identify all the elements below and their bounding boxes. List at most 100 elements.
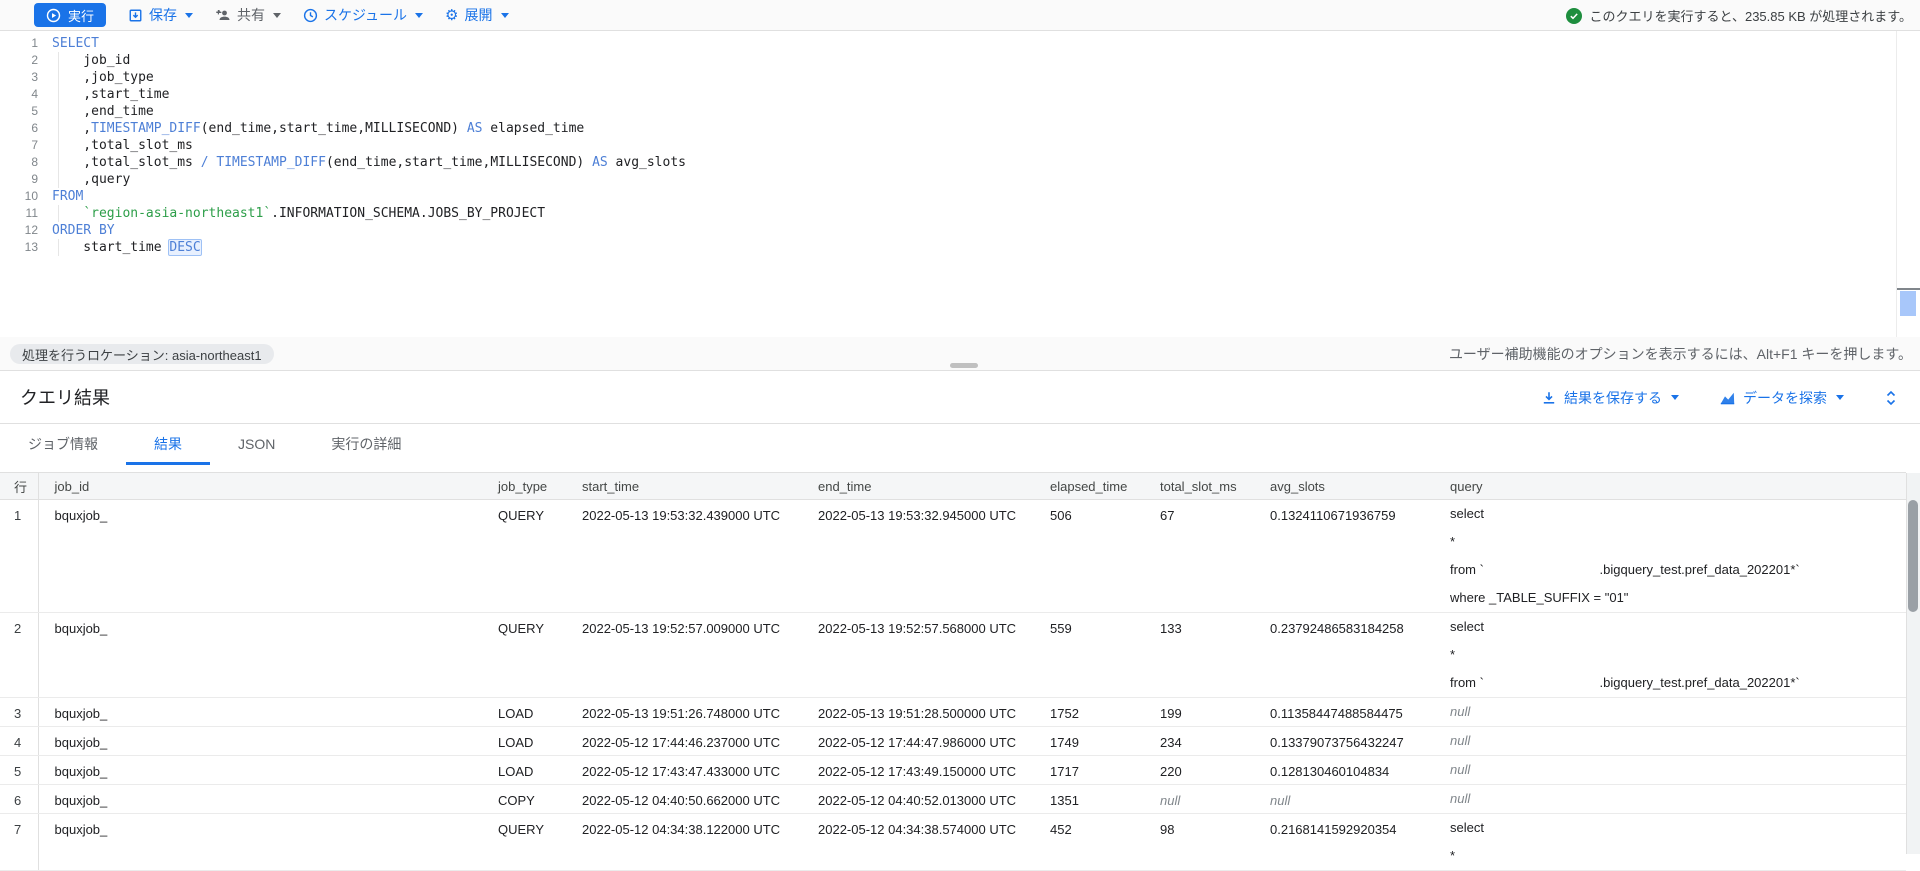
pane-resize-handle[interactable] xyxy=(950,363,978,368)
explore-data-button[interactable]: データを探索 xyxy=(1719,388,1844,408)
cell-elapsed: 1351 xyxy=(1040,784,1150,814)
save-button-label: 保存 xyxy=(149,7,178,23)
cell-endtime: 2022-05-12 17:43:49.150000 UTC xyxy=(808,755,1040,785)
expand-button-label: 展開 xyxy=(464,7,493,23)
tab-job-info[interactable]: ジョブ情報 xyxy=(0,424,126,465)
cell-avgslots: 0.23792486583184258 xyxy=(1260,612,1440,698)
cell-jobtype: QUERY xyxy=(488,612,572,698)
code-text: ,total_slot_ms xyxy=(52,138,193,153)
code-line: 13 start_time DESC xyxy=(0,239,1920,256)
cell-starttime: 2022-05-12 17:43:47.433000 UTC xyxy=(572,755,808,785)
cell-starttime: 2022-05-13 19:53:32.439000 UTC xyxy=(572,499,808,613)
gear-icon: ⚙ xyxy=(445,6,459,24)
run-button[interactable]: 実行 xyxy=(34,3,107,27)
cell-jobid: bquxjob_ xyxy=(38,697,488,727)
query-validation-message: このクエリを実行すると、235.85 KB が処理されます。 xyxy=(1566,0,1912,31)
cell-endtime: 2022-05-13 19:52:57.568000 UTC xyxy=(808,612,1040,698)
cell-jobid: bquxjob_ xyxy=(38,499,488,613)
cell-rownum: 2 xyxy=(0,612,39,698)
line-number: 4 xyxy=(31,87,38,101)
code-text: `region-asia-northeast1`.INFORMATION_SCH… xyxy=(83,206,546,221)
editor-scrollbar-thumb[interactable] xyxy=(1900,291,1916,316)
cell-jobtype: LOAD xyxy=(488,755,572,785)
code-line: 4 ,start_time xyxy=(0,86,1920,103)
cell-jobid: bquxjob_ xyxy=(38,755,488,785)
expand-button[interactable]: ⚙ 展開 xyxy=(445,5,509,25)
cell-elapsed: 452 xyxy=(1040,813,1150,871)
cell-query: null xyxy=(1440,784,1906,814)
cell-jobid: bquxjob_ xyxy=(38,813,488,871)
cell-slotms: 234 xyxy=(1150,726,1260,756)
table-row: 1 bquxjob_ QUERY 2022-05-13 19:53:32.439000… xyxy=(0,499,1906,613)
tab-json[interactable]: JSON xyxy=(210,424,303,465)
chart-icon xyxy=(1719,390,1736,406)
cell-starttime: 2022-05-12 17:44:46.237000 UTC xyxy=(572,726,808,756)
code-lines: 1 SELECT 2 job_id 3 ,job_type 4 ,start_time 5… xyxy=(0,35,1920,256)
cell-avgslots: 0.1324110671936759 xyxy=(1260,499,1440,613)
line-number: 8 xyxy=(31,155,38,169)
code-text: start_time DESC xyxy=(52,239,202,256)
code-text: ORDER BY xyxy=(52,223,115,238)
cell-elapsed: 559 xyxy=(1040,612,1150,698)
save-button[interactable]: 保存 xyxy=(128,5,194,25)
share-button[interactable]: 共有 xyxy=(215,5,282,25)
cell-starttime: 2022-05-12 04:40:50.662000 UTC xyxy=(572,784,808,814)
save-results-label: 結果を保存する xyxy=(1564,389,1662,406)
cell-jobtype: QUERY xyxy=(488,499,572,613)
cell-jobtype: COPY xyxy=(488,784,572,814)
column-header-job-type: job_type xyxy=(488,472,572,500)
cell-query: null xyxy=(1440,697,1906,727)
line-number: 7 xyxy=(31,138,38,152)
line-number: 1 xyxy=(31,36,38,50)
tab-results[interactable]: 結果 xyxy=(126,424,210,465)
cell-query: select * xyxy=(1440,813,1906,871)
table-row: 3 bquxjob_ LOAD 2022-05-13 19:51:26.748000 … xyxy=(0,697,1906,727)
chevron-down-icon xyxy=(273,12,282,18)
cell-endtime: 2022-05-13 19:53:32.945000 UTC xyxy=(808,499,1040,613)
column-header-end-time: end_time xyxy=(808,472,1040,500)
column-header-query: query xyxy=(1440,472,1906,500)
code-line: 3 ,job_type xyxy=(0,69,1920,86)
schedule-button[interactable]: スケジュール xyxy=(303,5,424,25)
cell-elapsed: 1717 xyxy=(1040,755,1150,785)
sql-editor[interactable]: 1 SELECT 2 job_id 3 ,job_type 4 ,start_time 5… xyxy=(0,31,1920,337)
cell-starttime: 2022-05-12 04:34:38.122000 UTC xyxy=(572,813,808,871)
chevron-down-icon xyxy=(500,12,509,18)
processing-location-chip[interactable]: 処理を行うロケーション: asia-northeast1 xyxy=(10,344,274,364)
explore-data-label: データを探索 xyxy=(1743,389,1827,406)
cell-jobtype: LOAD xyxy=(488,697,572,727)
cell-rownum: 7 xyxy=(0,813,39,871)
code-line: 11 `region-asia-northeast1`.INFORMATION_… xyxy=(0,205,1920,222)
column-header-start-time: start_time xyxy=(572,472,808,500)
code-text: job_id xyxy=(52,53,131,68)
person-add-icon xyxy=(215,7,231,23)
chevron-down-icon xyxy=(1671,395,1679,400)
cell-slotms: 98 xyxy=(1150,813,1260,871)
results-scrollbar-thumb[interactable] xyxy=(1908,500,1918,612)
check-circle-icon xyxy=(1566,7,1583,24)
cell-endtime: 2022-05-12 04:34:38.574000 UTC xyxy=(808,813,1040,871)
line-number: 13 xyxy=(24,240,38,254)
code-line: 5 ,end_time xyxy=(0,103,1920,120)
cell-avgslots: 0.128130460104834 xyxy=(1260,755,1440,785)
cell-slotms: 199 xyxy=(1150,697,1260,727)
tab-execution-details[interactable]: 実行の詳細 xyxy=(303,424,429,465)
column-header-job-id: job_id xyxy=(38,472,488,500)
editor-scrollbar-track xyxy=(1896,31,1897,337)
column-header-elapsed-time: elapsed_time xyxy=(1040,472,1150,500)
results-table-body: 1 bquxjob_ QUERY 2022-05-13 19:53:32.439000… xyxy=(0,499,1906,871)
expand-results-button[interactable] xyxy=(1884,390,1898,406)
code-text: ,start_time xyxy=(52,87,170,102)
cell-endtime: 2022-05-13 19:51:28.500000 UTC xyxy=(808,697,1040,727)
line-number: 10 xyxy=(24,189,38,203)
code-text: ,TIMESTAMP_DIFF(end_time,start_time,MILL… xyxy=(52,121,585,136)
code-line: 12 ORDER BY xyxy=(0,222,1920,239)
save-results-button[interactable]: 結果を保存する xyxy=(1541,388,1679,408)
results-title: クエリ結果 xyxy=(20,388,110,408)
clock-icon xyxy=(303,8,318,23)
cell-slotms: null xyxy=(1150,784,1260,814)
play-circle-icon xyxy=(46,8,61,23)
code-line: 6 ,TIMESTAMP_DIFF(end_time,start_time,MI… xyxy=(0,120,1920,137)
query-toolbar: 実行 保存 共有 スケジュール ⚙ 展開 このクエリを実行すると、235.85 … xyxy=(0,0,1920,31)
save-icon xyxy=(128,8,143,23)
